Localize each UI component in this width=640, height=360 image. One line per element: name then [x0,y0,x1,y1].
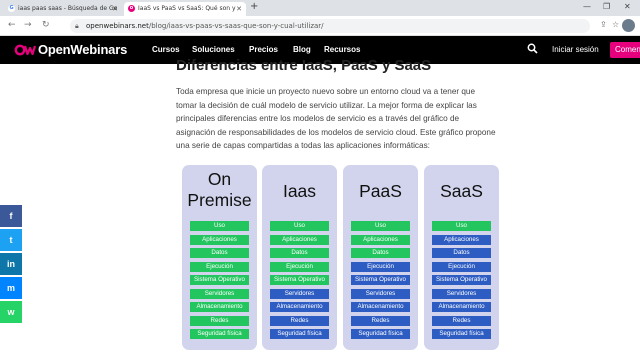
openwebinars-logo-icon [14,44,36,56]
reload-icon[interactable]: ↻ [42,20,50,30]
forward-icon[interactable]: → [24,20,32,30]
nav-soluciones[interactable]: Soluciones [192,45,235,54]
chart-layer-provider-managed: Almacenamiento [351,302,410,312]
chart-column-title: Iaas [262,181,337,202]
chart-column-title-line: SaaS [440,181,483,201]
share-icon[interactable]: ⇪ [600,20,607,29]
login-link[interactable]: Iniciar sesión [552,45,599,54]
tab-title: IaaS vs PaaS vs SaaS: Qué son y [138,5,236,12]
lock-icon: 🔒︎ [75,22,79,30]
openwebinars-favicon-icon: o [128,5,135,12]
url-host: openwebinars.net [86,22,149,30]
chart-layer-provider-managed: Seguridad física [351,329,410,339]
chart-layer-user-managed: Servidores [190,288,249,299]
whatsapp-icon: w [0,301,22,323]
chart-layer-user-managed: Uso [270,221,329,231]
share-twitter-button[interactable]: t [0,229,22,251]
tab-openwebinars[interactable]: o IaaS vs PaaS vs SaaS: Qué son y ✕ [124,2,246,16]
chart-column-iaas: Iaas Uso Aplicaciones Datos Ejecución Sistema… [262,165,337,350]
facebook-icon: f [0,205,22,227]
start-button[interactable]: Comenzar [610,42,640,58]
section-heading: Diferencias entre IaaS, PaaS y SaaS [176,57,432,74]
chart-layer-user-managed: Uso [432,221,491,231]
chart-layer-provider-managed: Seguridad física [432,329,491,339]
chart-column-on-premise: On Premise Uso Aplicaciones Datos Ejecución Si… [182,165,257,350]
chart-layer-user-managed: Almacenamiento [190,302,249,312]
chart-layer-user-managed: Seguridad física [190,329,249,339]
chart-layer-provider-managed: Servidores [432,288,491,299]
chart-layer-user-managed: Datos [190,248,249,258]
search-icon[interactable] [527,43,538,54]
url-field[interactable]: 🔒︎ openwebinars.net/blog/iaas-vs-paas-vs… [70,19,590,33]
chart-layer-provider-managed: Redes [351,315,410,326]
twitter-icon: t [0,229,22,251]
chart-layer-user-managed: Sistema Operativo [270,275,329,285]
chart-column-title: On Premise [182,169,257,211]
chart-layer-user-managed: Ejecución [190,261,249,272]
chart-column-title: PaaS [343,181,418,202]
chart-layer-provider-managed: Servidores [270,288,329,299]
share-whatsapp-button[interactable]: w [0,301,22,323]
chart-layer-user-managed: Datos [270,248,329,258]
chart-layer-user-managed: Aplicaciones [351,234,410,245]
nav-recursos[interactable]: Recursos [324,45,360,54]
url-path: /blog/iaas-vs-paas-vs-saas-que-son-y-cua… [148,22,324,30]
minimize-icon[interactable]: — [583,2,591,11]
nav-precios[interactable]: Precios [249,45,278,54]
chart-layer-provider-managed: Datos [432,248,491,258]
chart-column-saas: SaaS Uso Aplicaciones Datos Ejecución Sistema… [424,165,499,350]
back-icon[interactable]: ← [8,20,16,30]
chart-layer-user-managed: Aplicaciones [270,234,329,245]
chart-layer-user-managed: Sistema Operativo [190,275,249,285]
brand-name[interactable]: OpenWebinars [38,42,127,57]
chart-layer-provider-managed: Almacenamiento [270,302,329,312]
address-bar-row: ← → ↻ 🔒︎ openwebinars.net/blog/iaas-vs-p… [0,16,640,36]
close-tab-icon[interactable]: ✕ [236,2,242,16]
chart-layer-provider-managed: Aplicaciones [432,234,491,245]
share-linkedin-button[interactable]: in [0,253,22,275]
profile-avatar[interactable] [622,19,635,32]
chart-column-title-line: On [207,169,232,189]
google-icon: G [8,5,15,12]
maximize-icon[interactable]: ❐ [603,2,610,11]
chart-layer-provider-managed: Almacenamiento [432,302,491,312]
chart-layer-provider-managed: Redes [270,315,329,326]
chart-layer-user-managed: Datos [351,248,410,258]
nav-cursos[interactable]: Cursos [152,45,180,54]
chart-layer-provider-managed: Sistema Operativo [432,275,491,285]
chart-column-paas: PaaS Uso Aplicaciones Datos Ejecución Sistema… [343,165,418,350]
linkedin-icon: in [0,253,22,275]
share-messenger-button[interactable]: m [0,277,22,299]
new-tab-button[interactable]: + [250,1,258,12]
chart-layer-user-managed: Aplicaciones [190,234,249,245]
chart-layer-provider-managed: Seguridad física [270,329,329,339]
nav-blog[interactable]: Blog [293,45,311,54]
chart-layer-provider-managed: Servidores [351,288,410,299]
chart-layer-user-managed: Uso [190,221,249,231]
chart-column-title-line: PaaS [359,181,402,201]
chart-column-title-line: Premise [187,190,252,210]
browser-tab-strip: G iaas paas saas - Búsqueda de Go ✕ o Ia… [0,0,640,16]
tab-title: iaas paas saas - Búsqueda de Go [18,5,118,12]
chart-layer-provider-managed: Redes [432,315,491,326]
tab-google-search[interactable]: G iaas paas saas - Búsqueda de Go ✕ [4,2,122,16]
chart-layer-user-managed: Redes [190,315,249,326]
close-tab-icon[interactable]: ✕ [112,2,118,16]
chart-layer-user-managed: Uso [351,221,410,231]
bookmark-star-icon[interactable]: ☆ [612,20,619,29]
chart-column-title: SaaS [424,181,499,202]
article-paragraph: Toda empresa que inicie un proyecto nuev… [176,87,496,151]
chart-layer-provider-managed: Sistema Operativo [351,275,410,285]
chart-layer-provider-managed: Ejecución [432,261,491,272]
chart-layer-provider-managed: Ejecución [351,261,410,272]
share-facebook-button[interactable]: f [0,205,22,227]
chart-column-title-line: Iaas [282,181,317,201]
close-window-icon[interactable]: ✕ [624,2,631,11]
chart-layer-user-managed: Ejecución [270,261,329,272]
messenger-icon: m [0,277,22,299]
